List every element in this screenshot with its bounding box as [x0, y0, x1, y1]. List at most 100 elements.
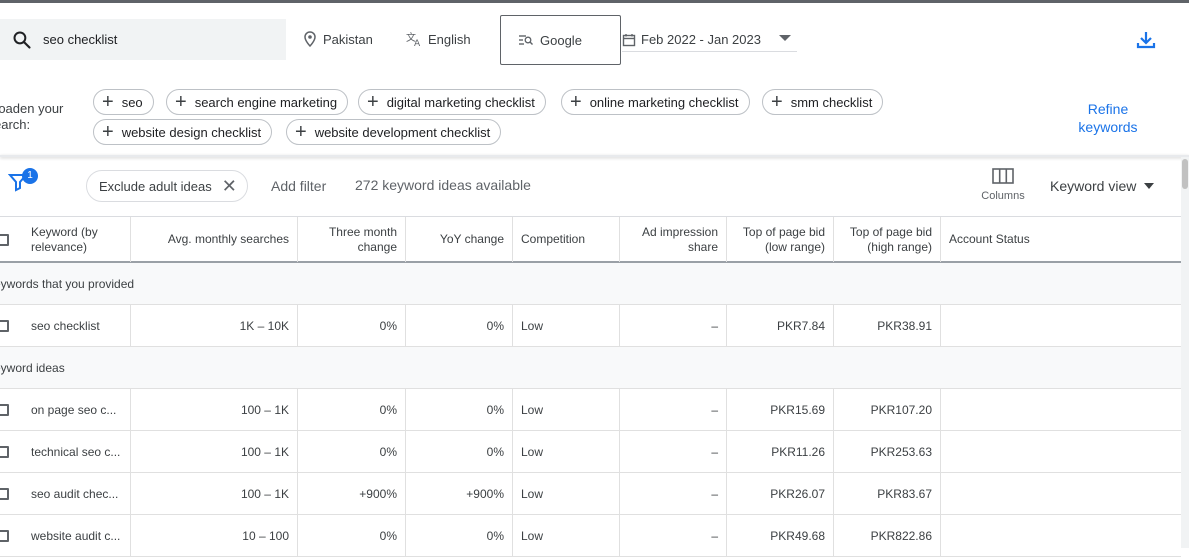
- broaden-chip[interactable]: + search engine marketing: [166, 89, 349, 115]
- keyword-text[interactable]: seo checklist: [31, 319, 100, 333]
- search-network-icon: [519, 35, 533, 45]
- columns-button[interactable]: Columns: [975, 168, 1031, 202]
- bid-low-cell: PKR11.26: [727, 431, 834, 472]
- bid-low-cell: PKR15.69: [727, 389, 834, 430]
- account-status-cell: [941, 515, 1181, 556]
- refine-keywords-link[interactable]: Refine keywords: [1060, 100, 1156, 136]
- avg-searches-cell: 100 – 1K: [130, 431, 298, 472]
- bid-high-cell: PKR83.67: [834, 473, 941, 514]
- bid-low-cell: PKR26.07: [727, 473, 834, 514]
- location-pin-icon: [304, 31, 316, 47]
- location-selector[interactable]: Pakistan: [303, 31, 373, 47]
- ad-share-cell: –: [620, 515, 727, 556]
- keyword-cell: seo audit chec...: [0, 473, 130, 514]
- network-selector[interactable]: Google: [500, 15, 621, 65]
- header-top-high-line2: (high range): [867, 239, 932, 254]
- broaden-chip[interactable]: + website development checklist: [286, 119, 502, 145]
- plus-icon: +: [367, 91, 379, 113]
- row-checkbox[interactable]: [0, 403, 9, 416]
- header-top-low-line1: Top of page bid: [742, 224, 825, 239]
- header-yoy-change[interactable]: YoY change: [406, 217, 513, 262]
- search-icon: [13, 30, 31, 49]
- keyword-text[interactable]: seo audit chec...: [31, 487, 118, 501]
- scrollbar-thumb[interactable]: [1182, 159, 1188, 189]
- yoy-cell: +900%: [406, 473, 513, 514]
- table-row[interactable]: on page seo c... 100 – 1K 0% 0% Low – PK…: [0, 389, 1181, 431]
- header-account-status[interactable]: Account Status: [941, 217, 1181, 262]
- keyword-text[interactable]: on page seo c...: [31, 403, 116, 417]
- network-label: Google: [540, 32, 582, 48]
- keyword-view-selector[interactable]: Keyword view: [1050, 178, 1155, 194]
- chevron-down-icon: [779, 35, 791, 41]
- table-row[interactable]: seo audit chec... 100 – 1K +900% +900% L…: [0, 473, 1181, 515]
- columns-icon: [992, 168, 1014, 184]
- row-checkbox[interactable]: [0, 529, 9, 542]
- filter-count-badge: 1: [22, 168, 38, 184]
- language-selector[interactable]: 文A English: [406, 31, 471, 47]
- plus-icon: +: [102, 91, 114, 113]
- broaden-label-line1: roaden your: [0, 101, 64, 116]
- header-top-bid-low[interactable]: Top of page bid (low range): [727, 217, 834, 262]
- header-competition[interactable]: Competition: [513, 217, 620, 262]
- provided-rows: seo checklist 1K – 10K 0% 0% Low – PKR7.…: [0, 305, 1181, 347]
- table-row[interactable]: seo checklist 1K – 10K 0% 0% Low – PKR7.…: [0, 305, 1181, 347]
- exclude-adult-filter-chip[interactable]: Exclude adult ideas ✕: [86, 170, 248, 202]
- chip-label: website development checklist: [314, 124, 491, 140]
- header-top-bid-high[interactable]: Top of page bid (high range): [834, 217, 941, 262]
- location-label: Pakistan: [323, 31, 373, 47]
- header-keyword[interactable]: Keyword (by relevance): [31, 225, 98, 255]
- broaden-chip[interactable]: + online marketing checklist: [561, 89, 750, 115]
- row-checkbox[interactable]: [0, 319, 9, 332]
- header-three-month-change[interactable]: Three month change: [298, 217, 406, 262]
- bid-high-cell: PKR822.86: [834, 515, 941, 556]
- header-top-high-line1: Top of page bid: [849, 224, 932, 239]
- three-month-cell: 0%: [298, 305, 406, 346]
- broaden-search-label: roaden your earch:: [0, 101, 74, 133]
- ad-share-cell: –: [620, 431, 727, 472]
- ad-share-cell: –: [620, 389, 727, 430]
- avg-searches-cell: 1K – 10K: [130, 305, 298, 346]
- vertical-scrollbar[interactable]: [1181, 157, 1189, 548]
- header-ad-impression-share[interactable]: Ad impression share: [620, 217, 727, 262]
- yoy-cell: 0%: [406, 515, 513, 556]
- keyword-text[interactable]: website audit c...: [31, 529, 120, 543]
- header-three-month-line1: Three month: [328, 224, 397, 239]
- search-input[interactable]: seo checklist: [0, 19, 286, 60]
- broaden-chip[interactable]: + seo: [93, 89, 154, 115]
- account-status-cell: [941, 389, 1181, 430]
- row-checkbox[interactable]: [0, 487, 9, 500]
- add-filter-button[interactable]: Add filter: [271, 178, 326, 194]
- broaden-chip[interactable]: + digital marketing checklist: [358, 89, 546, 115]
- top-border: [0, 0, 1189, 3]
- plus-icon: +: [771, 91, 783, 113]
- section-ideas-label: eyword ideas: [0, 360, 65, 375]
- three-month-cell: 0%: [298, 389, 406, 430]
- plus-icon: +: [175, 91, 187, 113]
- chip-label: website design checklist: [121, 124, 262, 140]
- header-ad-impr-line2: share: [687, 239, 718, 254]
- calendar-icon: [622, 33, 636, 46]
- table-row[interactable]: website audit c... 10 – 100 0% 0% Low – …: [0, 515, 1181, 557]
- broaden-chip[interactable]: + website design checklist: [93, 119, 273, 145]
- keyword-text[interactable]: technical seo c...: [31, 445, 120, 459]
- close-icon[interactable]: ✕: [222, 176, 237, 197]
- refine-line1: Refine: [1087, 101, 1129, 117]
- keyword-view-label: Keyword view: [1050, 178, 1137, 194]
- chip-label: seo: [121, 94, 143, 110]
- competition-cell: Low: [513, 515, 620, 556]
- avg-searches-cell: 100 – 1K: [130, 473, 298, 514]
- keyword-cell: on page seo c...: [0, 389, 130, 430]
- columns-label: Columns: [981, 190, 1025, 202]
- bid-low-cell: PKR7.84: [727, 305, 834, 346]
- row-checkbox[interactable]: [0, 445, 9, 458]
- broaden-chip[interactable]: + smm checklist: [762, 89, 884, 115]
- avg-searches-cell: 10 – 100: [130, 515, 298, 556]
- keyword-cell: website audit c...: [0, 515, 130, 556]
- bid-low-cell: PKR49.68: [727, 515, 834, 556]
- download-button[interactable]: [1135, 29, 1157, 54]
- plus-icon: +: [570, 91, 582, 113]
- table-row[interactable]: technical seo c... 100 – 1K 0% 0% Low – …: [0, 431, 1181, 473]
- header-avg-monthly-searches[interactable]: Avg. monthly searches: [130, 217, 298, 262]
- select-all-checkbox[interactable]: [0, 233, 9, 246]
- date-range-selector[interactable]: Feb 2022 - Jan 2023: [622, 28, 797, 52]
